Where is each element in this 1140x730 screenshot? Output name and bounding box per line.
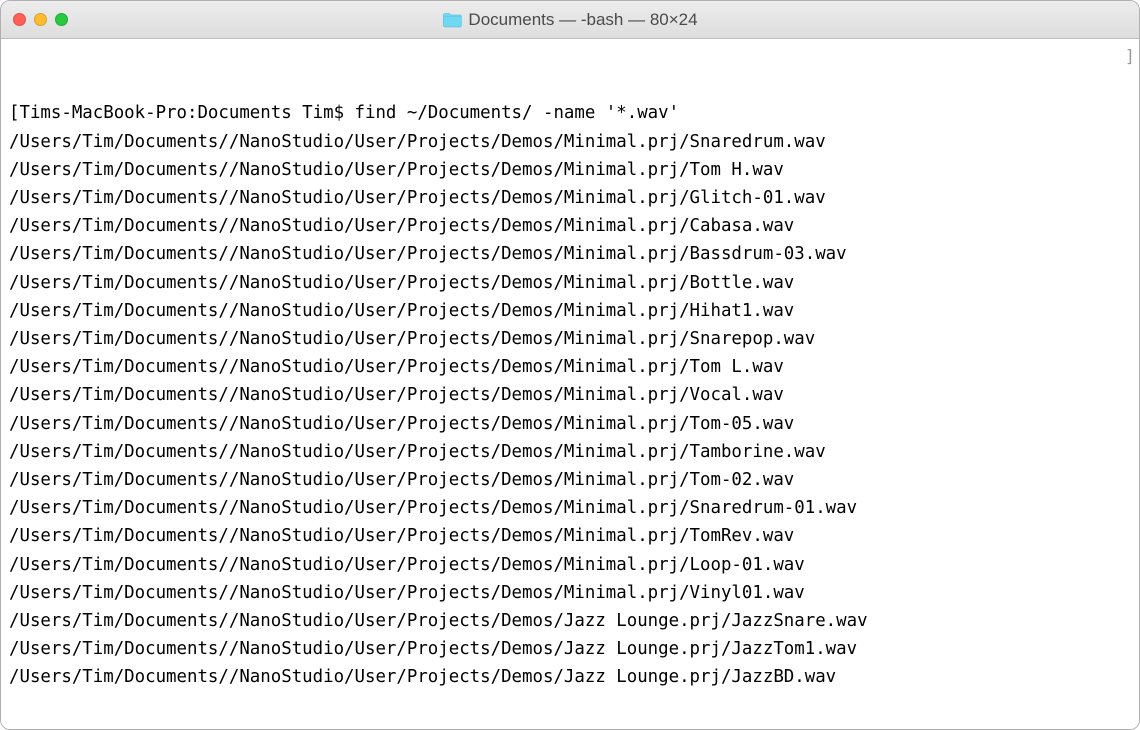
- terminal-output-line: /Users/Tim/Documents//NanoStudio/User/Pr…: [9, 128, 1131, 156]
- window-title: Documents — -bash — 80×24: [442, 10, 697, 30]
- traffic-lights: [13, 13, 68, 26]
- terminal-output-line: /Users/Tim/Documents//NanoStudio/User/Pr…: [9, 297, 1131, 325]
- terminal-output-line: /Users/Tim/Documents//NanoStudio/User/Pr…: [9, 663, 1131, 691]
- terminal-output-line: /Users/Tim/Documents//NanoStudio/User/Pr…: [9, 410, 1131, 438]
- terminal-output-line: /Users/Tim/Documents//NanoStudio/User/Pr…: [9, 522, 1131, 550]
- terminal-output-line: /Users/Tim/Documents//NanoStudio/User/Pr…: [9, 438, 1131, 466]
- terminal-content[interactable]: ] [Tims-MacBook-Pro:Documents Tim$ find ~…: [1, 39, 1139, 729]
- terminal-output-line: /Users/Tim/Documents//NanoStudio/User/Pr…: [9, 466, 1131, 494]
- minimize-button[interactable]: [34, 13, 47, 26]
- folder-icon: [442, 12, 462, 28]
- terminal-output-line: /Users/Tim/Documents//NanoStudio/User/Pr…: [9, 156, 1131, 184]
- window-title-text: Documents — -bash — 80×24: [468, 10, 697, 30]
- terminal-output-line: /Users/Tim/Documents//NanoStudio/User/Pr…: [9, 325, 1131, 353]
- terminal-window: Documents — -bash — 80×24 ] [Tims-MacBook…: [0, 0, 1140, 730]
- terminal-output-line: /Users/Tim/Documents//NanoStudio/User/Pr…: [9, 635, 1131, 663]
- terminal-output-line: /Users/Tim/Documents//NanoStudio/User/Pr…: [9, 240, 1131, 268]
- terminal-prompt-line: [Tims-MacBook-Pro:Documents Tim$ find ~/…: [9, 99, 1131, 127]
- scroll-indicator: ]: [1125, 43, 1135, 71]
- terminal-output-line: /Users/Tim/Documents//NanoStudio/User/Pr…: [9, 494, 1131, 522]
- terminal-output-line: /Users/Tim/Documents//NanoStudio/User/Pr…: [9, 212, 1131, 240]
- window-titlebar[interactable]: Documents — -bash — 80×24: [1, 1, 1139, 39]
- terminal-output-line: /Users/Tim/Documents//NanoStudio/User/Pr…: [9, 353, 1131, 381]
- terminal-output-line: /Users/Tim/Documents//NanoStudio/User/Pr…: [9, 381, 1131, 409]
- close-button[interactable]: [13, 13, 26, 26]
- terminal-output-line: /Users/Tim/Documents//NanoStudio/User/Pr…: [9, 269, 1131, 297]
- maximize-button[interactable]: [55, 13, 68, 26]
- terminal-output-line: /Users/Tim/Documents//NanoStudio/User/Pr…: [9, 607, 1131, 635]
- terminal-output-line: /Users/Tim/Documents//NanoStudio/User/Pr…: [9, 551, 1131, 579]
- terminal-output-line: /Users/Tim/Documents//NanoStudio/User/Pr…: [9, 579, 1131, 607]
- terminal-output-line: /Users/Tim/Documents//NanoStudio/User/Pr…: [9, 184, 1131, 212]
